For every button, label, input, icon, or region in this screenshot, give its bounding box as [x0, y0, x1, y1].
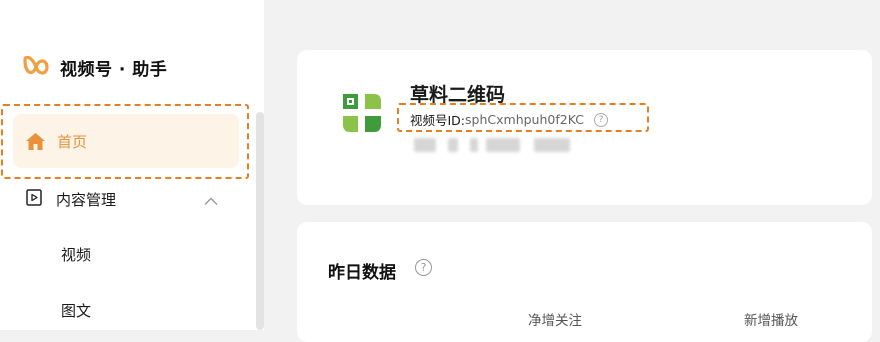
sidebar-subitem-graphic[interactable]: 图文 [61, 300, 91, 321]
chevron-up-icon[interactable] [204, 191, 218, 210]
sidebar-scrollbar[interactable] [256, 112, 264, 330]
account-id-value: sphCxmhpuh0f2KC [465, 112, 584, 127]
section-title: 昨日数据 [328, 263, 396, 283]
account-id-row: 视频号ID: sphCxmhpuh0f2KC ? [410, 110, 608, 129]
sidebar-item-label: 内容管理 [56, 190, 117, 209]
sidebar-subitem-video[interactable]: 视频 [61, 244, 91, 265]
redacted-text [414, 138, 436, 152]
infinity-logo-icon [22, 56, 50, 78]
redacted-text [486, 138, 520, 152]
avatar [341, 92, 383, 134]
redacted-text [448, 138, 458, 152]
highlight-outline [1, 104, 249, 179]
brand-name: 视频号 · 助手 [60, 59, 168, 80]
metric-label-new-plays: 新增播放 [744, 313, 798, 329]
account-id-label: 视频号ID: [410, 113, 466, 128]
question-circle-icon[interactable]: ? [593, 112, 608, 127]
redacted-text [470, 138, 478, 152]
sidebar: 视频号 · 助手 首页 内容管理 视频 图文 [0, 0, 264, 330]
metric-label-net-follow: 净增关注 [528, 313, 582, 329]
brand-logo[interactable]: 视频号 · 助手 [22, 54, 167, 80]
play-square-icon [26, 188, 42, 210]
question-circle-icon[interactable]: ? [415, 259, 432, 276]
sidebar-item-content-management[interactable]: 内容管理 [26, 184, 226, 214]
redacted-text [534, 138, 570, 152]
